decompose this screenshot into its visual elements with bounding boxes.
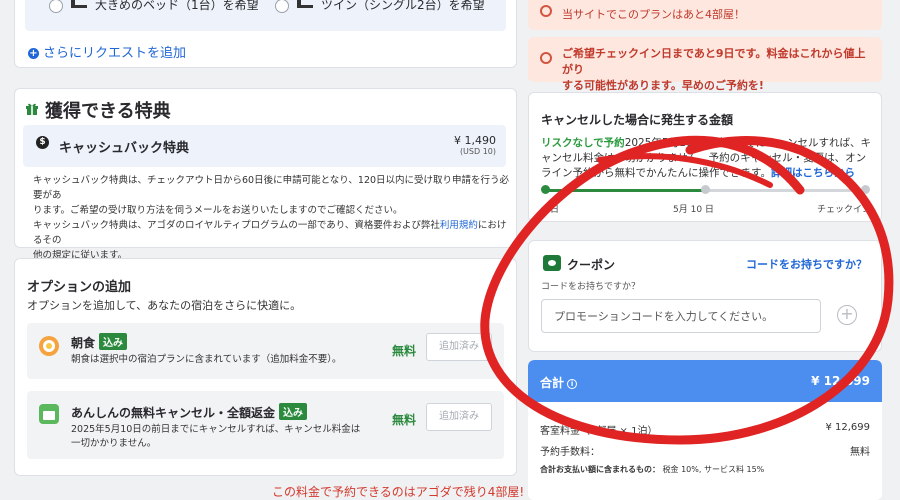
added-button[interactable]: 追加済み <box>426 333 492 361</box>
add-request-link[interactable]: + さらにリクエストを追加 <box>28 42 186 61</box>
included-badge: 込み <box>279 403 308 420</box>
coupon-title: クーポン <box>567 258 616 272</box>
options-card: オプションの追加 オプションを追加して、あなたの宿泊をさらに快適に。 朝食 込み … <box>14 258 517 476</box>
added-button[interactable]: 追加済み <box>426 403 492 431</box>
timeline-today-label: 今日 <box>541 205 560 215</box>
timeline-checkin-label: チェックイン <box>817 205 872 215</box>
cancellation-desc-line: リスクなしで予約2025年5月10日の前日までにキャンセルすれば、キ <box>541 136 871 151</box>
coupon-icon-hole <box>548 260 556 266</box>
options-title: オプションの追加 <box>27 280 132 295</box>
price-alert-line: ご希望チェックイン日まであと9日です。料金はこれから値上がり <box>562 47 866 76</box>
cancellation-desc-line: ライン予約から無料でかんたんに操作できます。詳細はこちらから <box>541 166 871 181</box>
tax-note-label: 合計お支払い額に含まれるもの： <box>540 465 660 474</box>
risk-free-text: リスクなしで予約 <box>541 137 625 149</box>
bed-option-2-label: ツイン（シングル2台）を希望 <box>321 0 485 12</box>
plus-icon: + <box>28 48 39 59</box>
option-title-text: あんしんの無料キャンセル・全額返金 <box>71 406 276 420</box>
room-rate-value: ¥ 12,699 <box>825 422 870 433</box>
option-price: 無料 <box>391 344 416 358</box>
promo-code-input[interactable] <box>541 299 821 333</box>
twin-bed-icon <box>297 0 313 8</box>
timeline-dot-checkin <box>861 185 870 194</box>
price-increase-alert-text: ご希望チェックイン日まであと9日です。料金はこれから値上がり する可能性がありま… <box>562 46 872 94</box>
option-item-breakfast: 朝食 込み 朝食は選択中の宿泊プランに含まれています（追加料金不要）。 無料 追加… <box>27 323 504 379</box>
room-rate-label: 客室料金（1部屋 × 1泊） <box>540 426 658 437</box>
details-link[interactable]: 詳細はこちらから <box>771 167 855 179</box>
cancellation-card: キャンセルした場合に発生する金額 リスクなしで予約2025年5月10日の前日まで… <box>528 92 882 222</box>
included-badge: 込み <box>99 333 128 350</box>
cashback-title: キャッシュバック特典 <box>59 141 190 156</box>
cashback-usd: (USD 10) <box>459 147 496 156</box>
total-amount: ¥ 12,699 <box>811 374 870 388</box>
total-header: 合計 i ¥ 12,699 <box>528 360 882 402</box>
option-description: 朝食は選択中の宿泊プランに含まれています（追加料金不要）。 <box>71 354 342 365</box>
cancellation-desc-text: ライン予約から無料でかんたんに操作できます。 <box>541 167 771 179</box>
bed-option-2-radio[interactable] <box>275 0 289 13</box>
benefits-card: 獲得できる特典 $ キャッシュバック特典 ¥ 1,490 (USD 10) キャ… <box>14 88 517 261</box>
benefits-title: 獲得できる特典 <box>45 101 171 122</box>
timeline-date-label: 5月 10 日 <box>673 205 714 215</box>
option-title: 朝食 込み <box>71 333 128 351</box>
booking-fee-value: 無料 <box>850 447 870 458</box>
bed-option-1-radio[interactable] <box>49 0 63 13</box>
cashback-desc-text: キャッシュバック特典は、アゴダのロイヤルティプログラムの一部であり、資格要件およ… <box>33 220 440 231</box>
have-code-link[interactable]: コードをお持ちですか？ <box>746 256 867 272</box>
option-title: あんしんの無料キャンセル・全額返金 込み <box>71 403 308 421</box>
cancellation-desc-text: 2025年5月10日の前日までにキャンセルすれば、キ <box>624 137 871 149</box>
cashback-desc-line: キャッシュバック特典は、チェックアウト日から60日後に申請可能となり、120日以… <box>33 175 510 201</box>
price-increase-alert: ご希望チェックイン日まであと9日です。料金はこれから値上がり する可能性がありま… <box>528 37 882 92</box>
cashback-desc-line: キャッシュバック特典は、アゴダのロイヤルティプログラムの一部であり、資格要件およ… <box>33 218 513 248</box>
bed-options-row: 大きめのベッド（1台）を希望 ツイン（シングル2台）を希望 <box>25 0 506 31</box>
option-desc-line: 一切かかりません。 <box>71 438 157 449</box>
alarm-clock-icon <box>540 5 552 17</box>
total-label-text: 合計 <box>540 376 565 390</box>
info-icon[interactable]: i <box>567 379 578 389</box>
option-description: 2025年5月10日の前日までにキャンセルすれば、キャンセル料金は 一切かかりま… <box>71 423 360 451</box>
option-title-text: 朝食 <box>71 336 96 350</box>
paid-cancel-period-bar <box>705 189 865 192</box>
total-card: 合計 i ¥ 12,699 客室料金（1部屋 × 1泊） ¥ 12,699 予約手… <box>528 360 882 500</box>
tax-note-value: 税金 10%, サービス料 15% <box>662 465 765 474</box>
cancellation-description: リスクなしで予約2025年5月10日の前日までにキャンセルすれば、キ ャンセル料… <box>541 136 871 181</box>
rooms-left-warning: この料金で予約できるのはアゴダで残り4部屋! <box>272 485 525 499</box>
alarm-clock-icon <box>540 52 552 64</box>
coupon-prompt: コードをお持ちですか？ <box>541 282 641 292</box>
calendar-icon-page <box>43 411 55 420</box>
gift-icon <box>26 103 38 115</box>
cancellation-desc-line: ャンセル料金は一切かかりません。予約のキャンセル・変更は、オン <box>541 152 867 164</box>
booking-fee-label: 予約手数料： <box>540 447 600 458</box>
coupon-card: クーポン コードをお持ちですか？ コードをお持ちですか？ + <box>528 240 882 352</box>
bed-option-1-label: 大きめのベッド（1台）を希望 <box>95 0 259 12</box>
double-bed-icon <box>71 0 87 8</box>
free-cancel-period-bar <box>545 189 705 192</box>
add-request-label: さらにリクエストを追加 <box>43 46 187 61</box>
apply-code-plus-icon[interactable]: + <box>837 305 857 325</box>
cashback-desc-line: ります。ご希望の受け取り方法を伺うメールをお送りいたしますのでご確認ください。 <box>33 205 403 216</box>
options-subtitle: オプションを追加して、あなたの宿泊をさらに快適に。 <box>27 299 302 312</box>
timeline-dot-today <box>541 185 550 194</box>
rooms-left-alert: 当サイトでこのプランはあと4部屋！ <box>528 0 882 30</box>
timeline-dot-date <box>701 185 710 194</box>
cashback-price: ¥ 1,490 <box>454 134 496 147</box>
breakfast-icon-yolk <box>46 343 52 349</box>
cancellation-title: キャンセルした場合に発生する金額 <box>541 113 734 127</box>
option-desc-line: 2025年5月10日の前日までにキャンセルすれば、キャンセル料金は <box>71 424 361 435</box>
option-item-free-cancellation: あんしんの無料キャンセル・全額返金 込み 2025年5月10日の前日までにキャンセ… <box>27 391 504 459</box>
cashback-box: $ キャッシュバック特典 ¥ 1,490 (USD 10) <box>23 125 506 167</box>
option-price: 無料 <box>391 413 416 427</box>
tax-note: 合計お支払い額に含まれるもの： 税金 10%, サービス料 15% <box>540 464 764 475</box>
cashback-description: キャッシュバック特典は、チェックアウト日から60日後に申請可能となり、120日以… <box>33 173 513 263</box>
rooms-left-alert-text: 当サイトでこのプランはあと4部屋！ <box>562 8 745 21</box>
cashback-coin-icon: $ <box>36 136 49 149</box>
total-label: 合計 i <box>540 374 578 391</box>
terms-link[interactable]: 利用規約 <box>440 220 478 231</box>
